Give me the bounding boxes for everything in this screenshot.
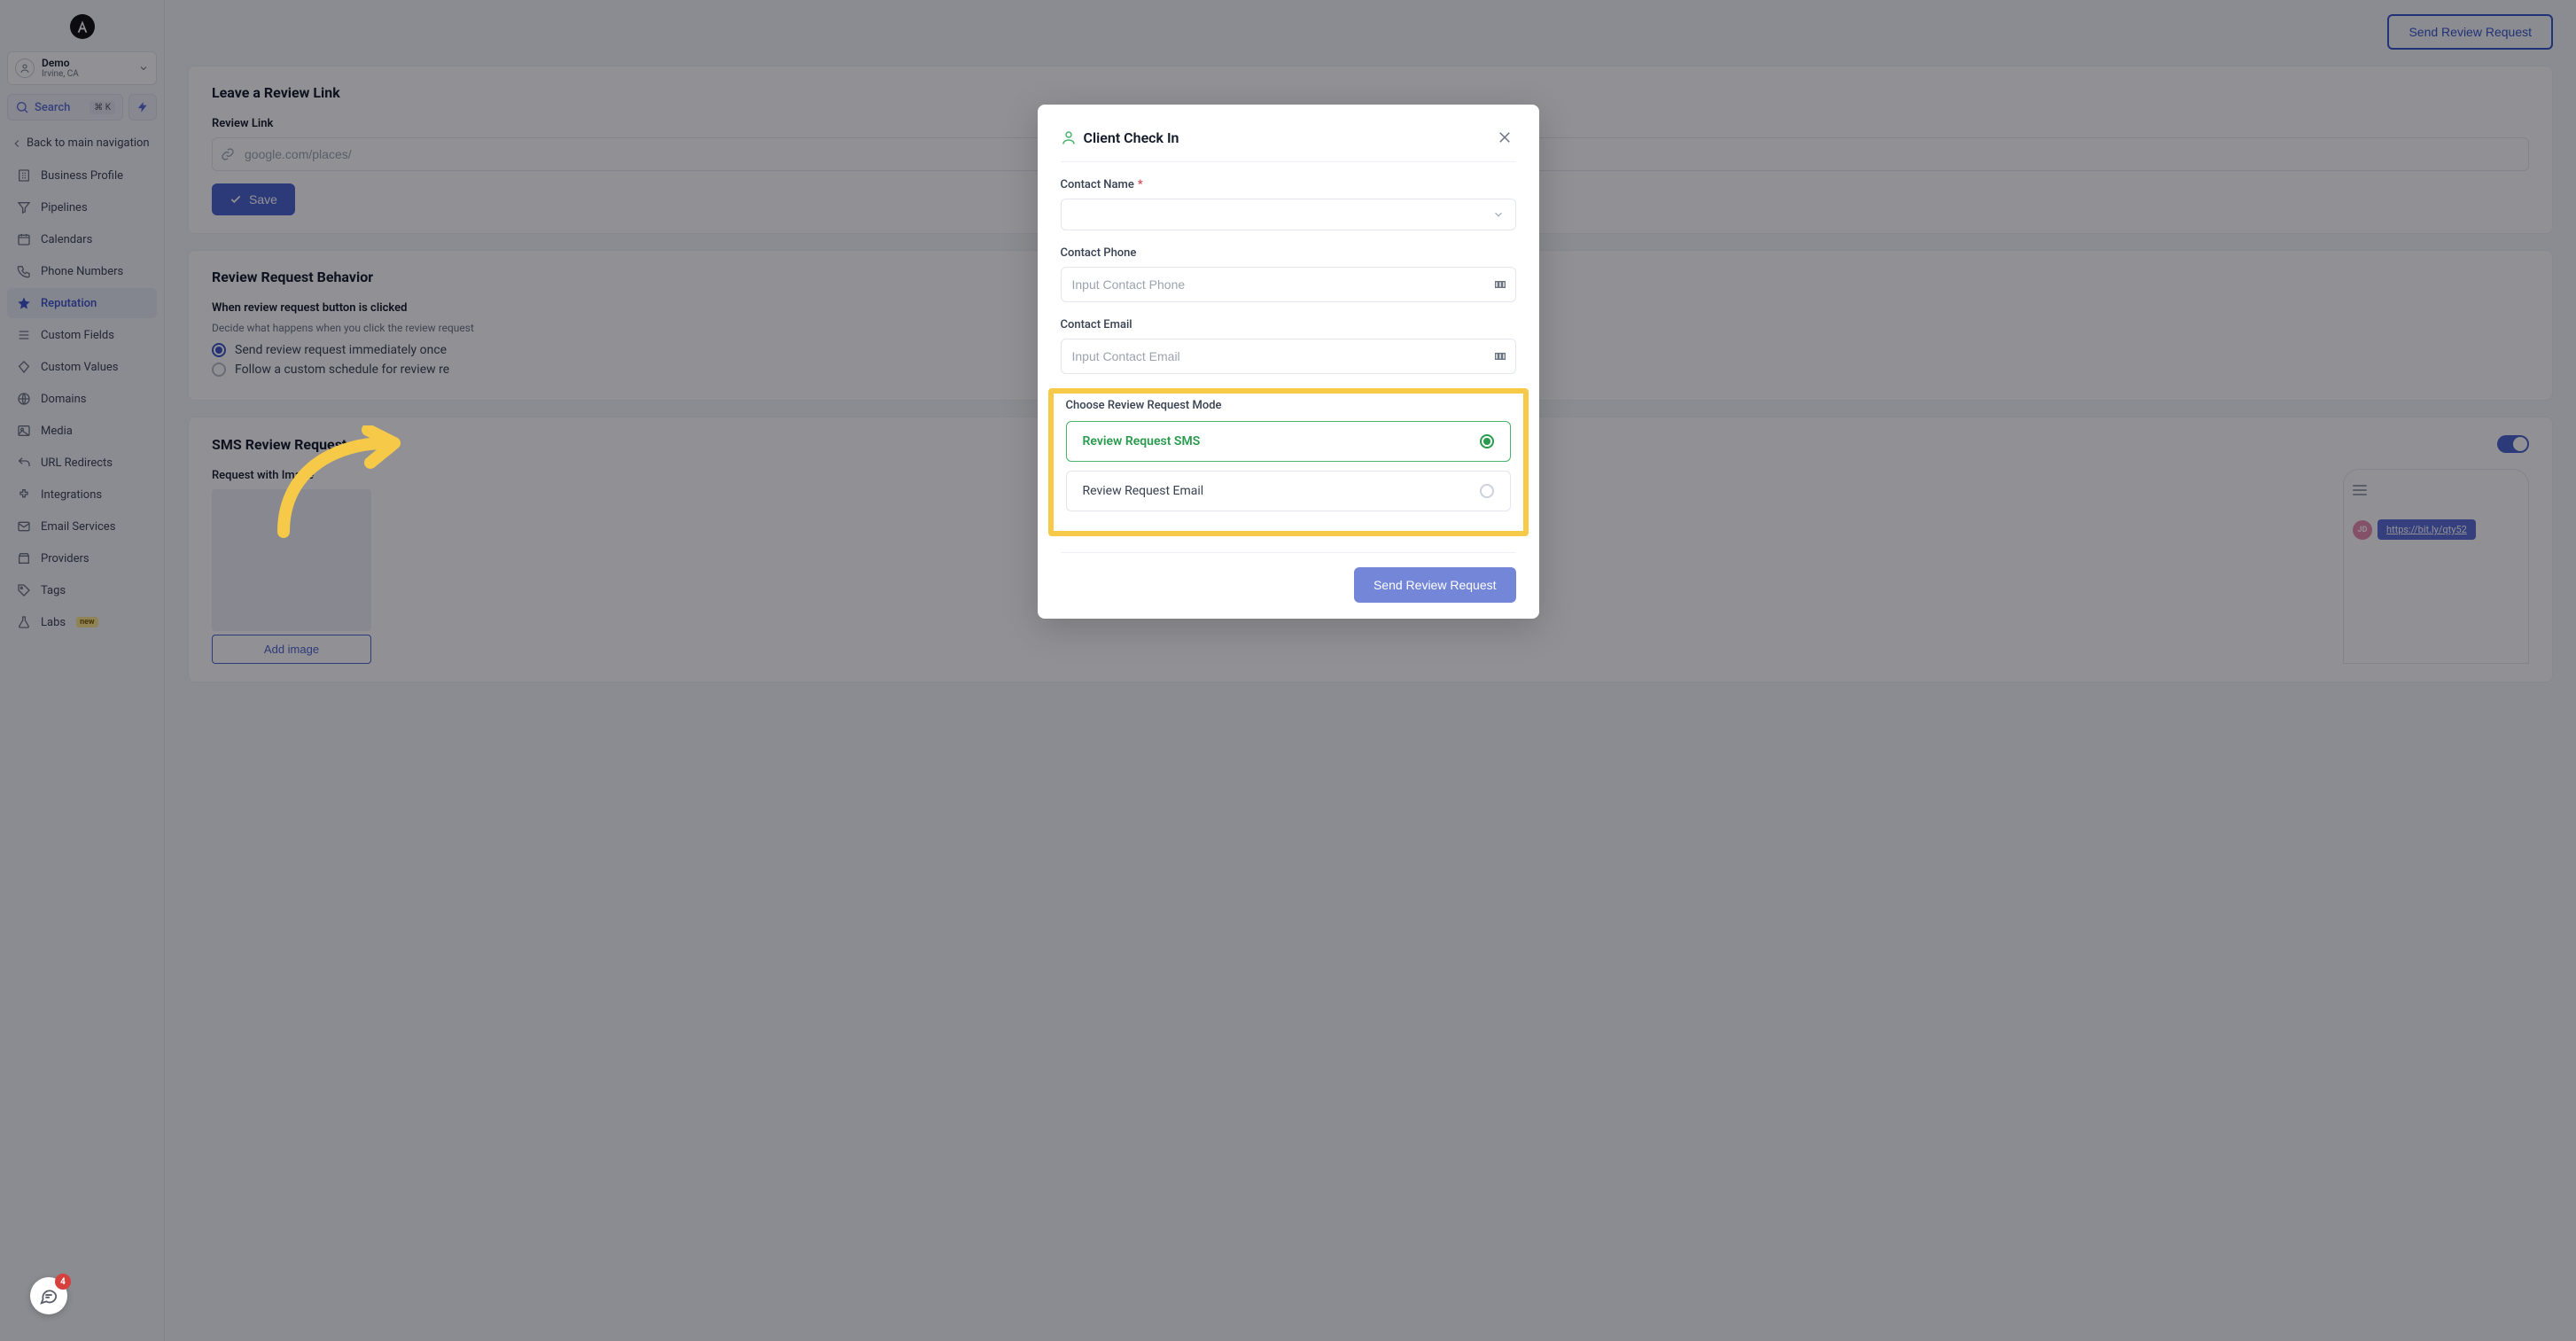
client-checkin-modal: Client Check In Contact Name * Contact P… [1038,105,1539,619]
contact-name-select[interactable] [1061,199,1516,230]
mode-highlight-frame: Choose Review Request Mode Review Reques… [1048,388,1529,536]
radio-unselected-icon [1480,484,1494,498]
modal-title: Client Check In [1084,129,1179,146]
close-button[interactable] [1493,126,1516,149]
keyboard-icon [1493,277,1507,292]
mode-label: Choose Review Request Mode [1066,399,1511,412]
contact-name-label: Contact Name [1061,178,1134,191]
required-mark: * [1138,178,1143,191]
chat-icon [39,1286,58,1306]
contact-email-label: Contact Email [1061,318,1132,331]
contact-phone-input[interactable] [1061,267,1516,302]
mode-option-label: Review Request SMS [1083,434,1201,448]
mode-option-email[interactable]: Review Request Email [1066,471,1511,511]
user-outline-icon [1061,129,1077,145]
send-review-request-button[interactable]: Send Review Request [1354,567,1516,603]
app-root: Demo Irvine, CA Search ⌘ K Back to main … [0,0,2576,1341]
contact-phone-label: Contact Phone [1061,246,1137,260]
keyboard-icon [1493,349,1507,363]
chat-badge: 4 [55,1274,71,1290]
close-icon [1497,129,1513,145]
radio-selected-icon [1480,434,1494,448]
contact-email-input[interactable] [1061,339,1516,374]
chat-fab[interactable]: 4 [30,1277,67,1314]
mode-option-label: Review Request Email [1083,484,1204,498]
mode-option-sms[interactable]: Review Request SMS [1066,421,1511,462]
chevron-down-icon [1492,208,1505,221]
